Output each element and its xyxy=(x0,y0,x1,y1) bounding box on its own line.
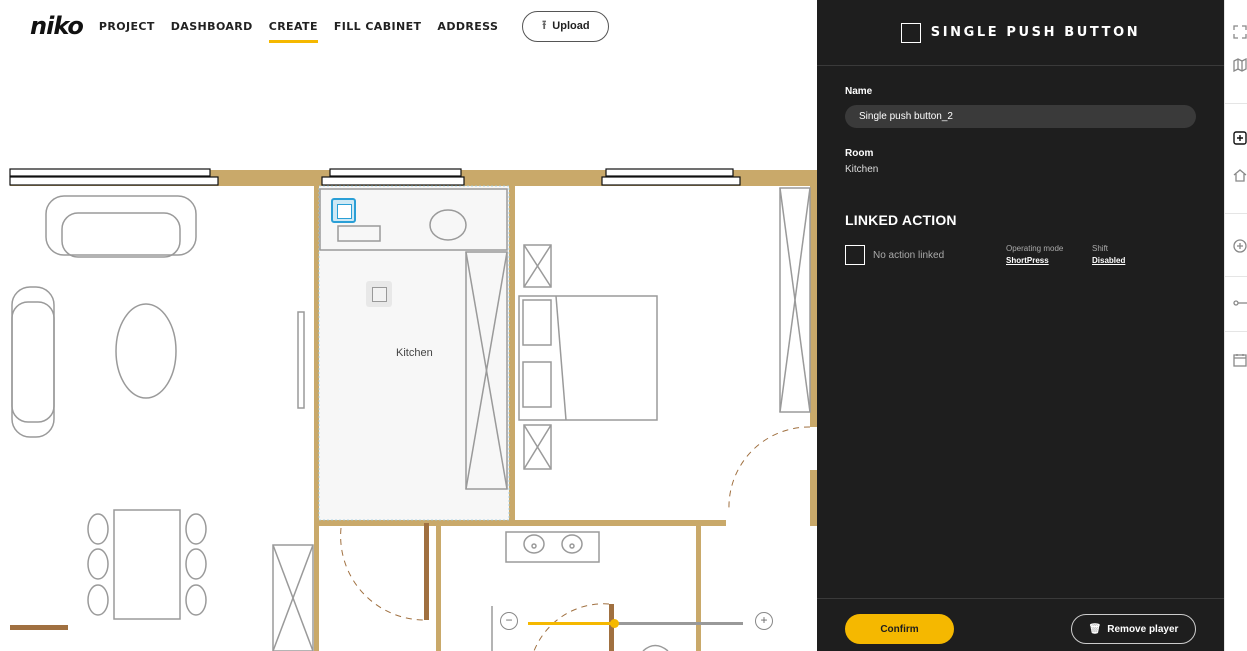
panel-footer: Confirm 🗑 Remove player xyxy=(817,598,1224,651)
zoom-in-icon[interactable]: + xyxy=(755,612,773,630)
operating-mode-label: Operating mode xyxy=(1006,244,1064,253)
device-panel: SINGLE PUSH BUTTON Name Room Kitchen LIN… xyxy=(817,0,1224,651)
panel-header: SINGLE PUSH BUTTON xyxy=(817,0,1224,66)
nav-project[interactable]: PROJECT xyxy=(99,14,155,39)
room-label: Room xyxy=(845,148,874,159)
shift-label: Shift xyxy=(1092,244,1109,253)
operating-mode-link[interactable]: ShortPress xyxy=(1006,256,1049,265)
push-button-device-selected[interactable] xyxy=(331,198,356,223)
confirm-button[interactable]: Confirm xyxy=(845,614,954,644)
no-action-text: No action linked xyxy=(873,250,945,261)
nav-fill-cabinet[interactable]: FILL CABINET xyxy=(334,14,422,39)
nav-create[interactable]: CREATE xyxy=(268,14,319,43)
remove-player-label: Remove player xyxy=(1107,623,1179,635)
app-root: niko PROJECT DASHBOARD CREATE FILL CABIN… xyxy=(0,0,1247,651)
remove-player-button[interactable]: 🗑 Remove player xyxy=(1071,614,1196,644)
nav-dashboard[interactable]: DASHBOARD xyxy=(171,14,253,39)
link-action-checkbox[interactable] xyxy=(845,245,865,265)
add-device-icon[interactable] xyxy=(1225,128,1247,148)
fullscreen-icon[interactable] xyxy=(1225,22,1247,42)
upload-label: Upload xyxy=(552,20,590,32)
floorplan-canvas[interactable] xyxy=(0,160,817,651)
calendar-icon[interactable] xyxy=(1225,350,1247,370)
toolbar-divider xyxy=(1225,331,1247,332)
linked-action-title: LINKED ACTION xyxy=(845,212,957,228)
push-button-icon xyxy=(900,22,921,43)
name-input[interactable] xyxy=(845,105,1196,128)
room-label-kitchen: Kitchen xyxy=(396,347,433,359)
windows xyxy=(9,168,741,186)
add-circle-icon[interactable] xyxy=(1225,236,1247,256)
panel-title: SINGLE PUSH BUTTON xyxy=(930,25,1141,40)
room-value: Kitchen xyxy=(845,164,879,175)
zoom-slider-fill xyxy=(528,622,614,625)
connection-icon[interactable] xyxy=(1225,293,1247,313)
toolbar-divider xyxy=(1225,103,1247,104)
shift-link[interactable]: Disabled xyxy=(1092,256,1125,265)
top-nav: niko PROJECT DASHBOARD CREATE FILL CABIN… xyxy=(0,0,817,52)
niko-logo[interactable]: niko xyxy=(30,14,84,38)
upload-arrow-icon: ⭱ xyxy=(542,17,547,32)
toolbar-divider xyxy=(1225,276,1247,277)
home-icon[interactable] xyxy=(1225,165,1247,185)
name-label: Name xyxy=(845,86,873,97)
zoom-out-icon[interactable]: − xyxy=(500,612,518,630)
map-icon[interactable] xyxy=(1225,55,1247,75)
right-toolbar xyxy=(1224,0,1247,651)
upload-button[interactable]: ⭱ Upload xyxy=(522,10,610,42)
zoom-slider[interactable] xyxy=(528,619,743,628)
device-marker[interactable] xyxy=(366,281,392,307)
nav-address[interactable]: ADDRESS xyxy=(437,14,498,39)
zoom-slider-handle[interactable] xyxy=(610,619,619,628)
trash-icon: 🗑 xyxy=(1088,623,1102,635)
toolbar-divider xyxy=(1225,213,1247,214)
